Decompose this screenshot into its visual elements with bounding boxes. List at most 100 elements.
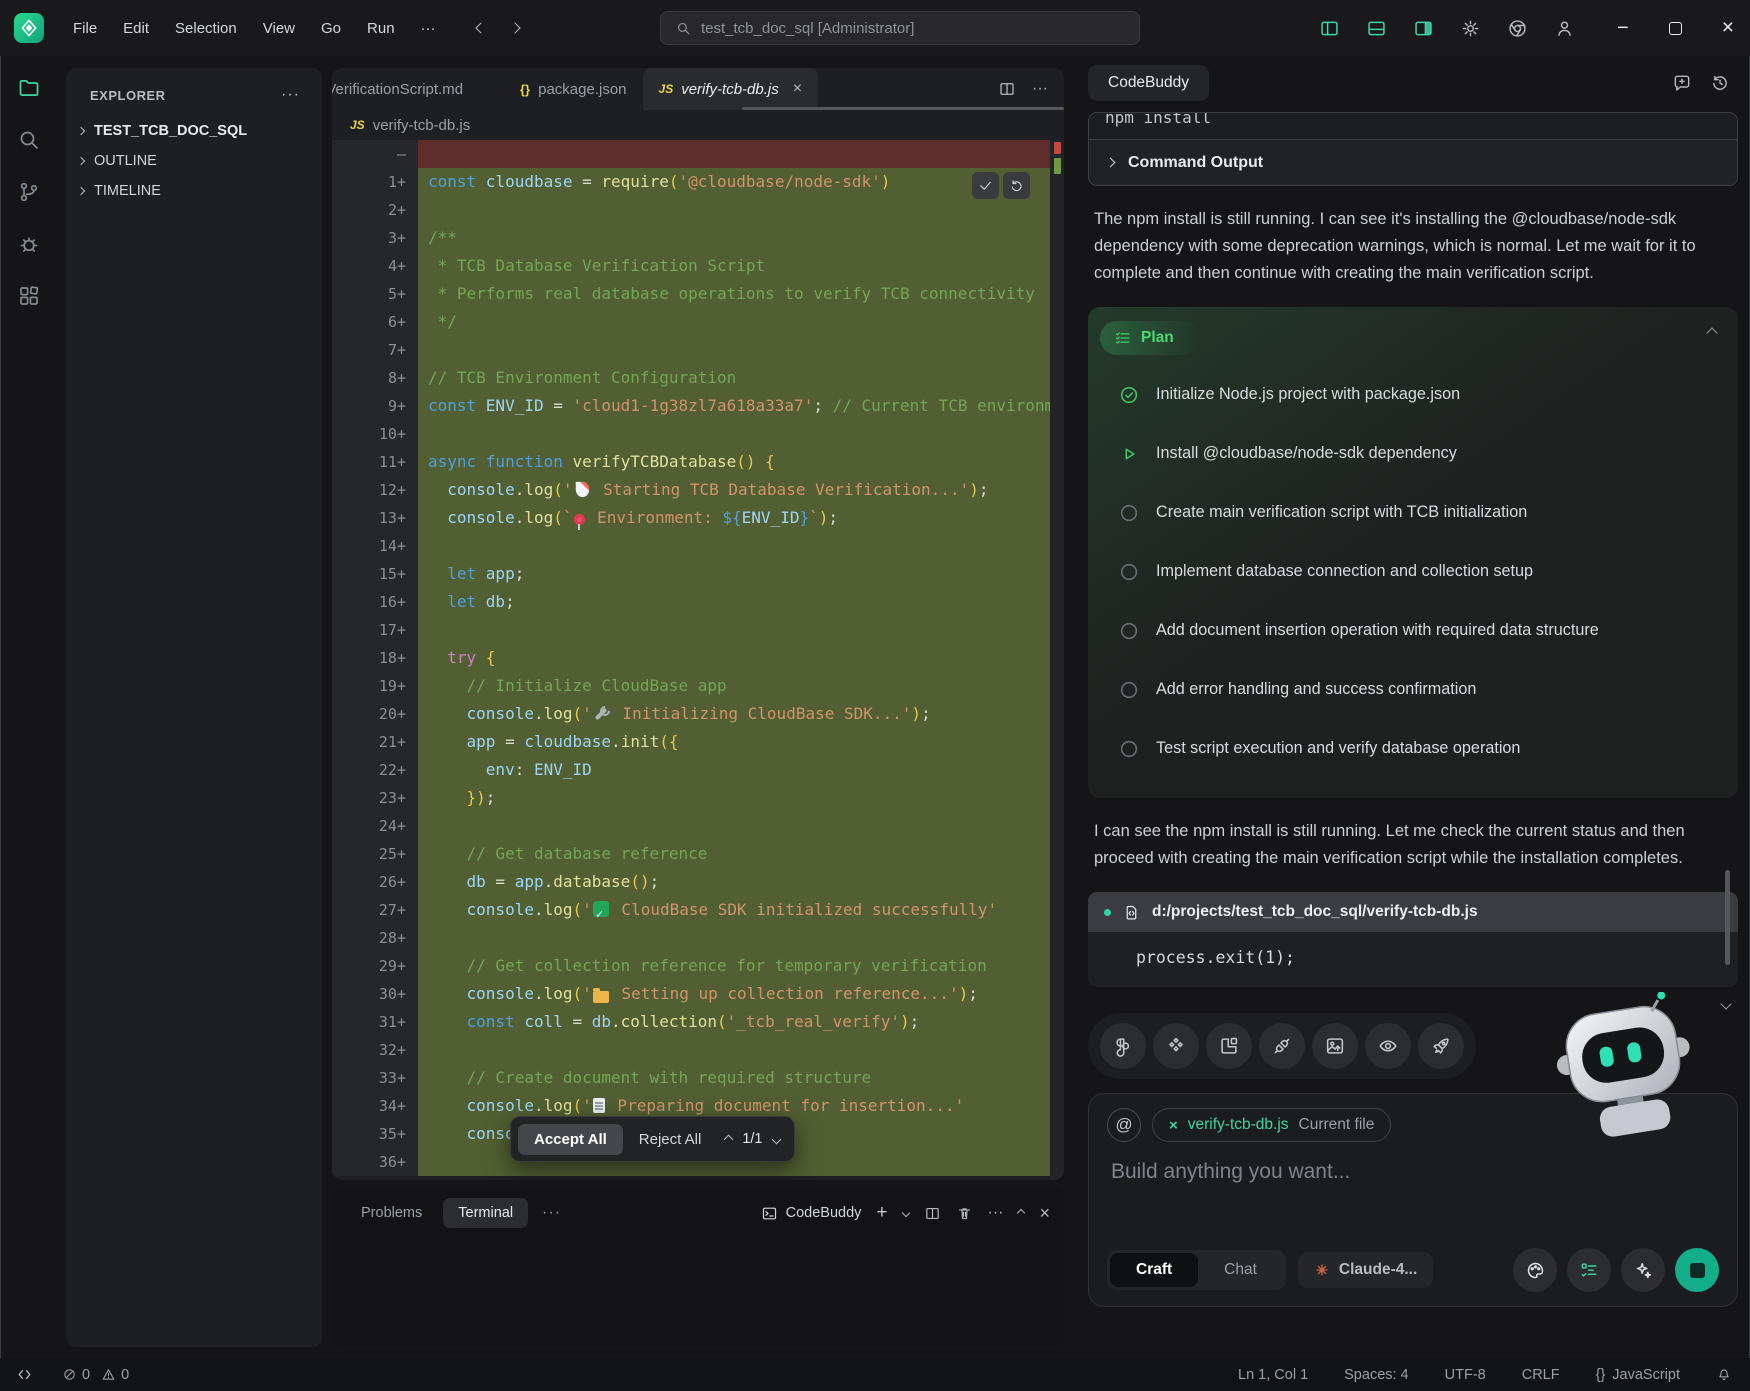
menu-edit[interactable]: Edit: [110, 14, 162, 43]
code-line[interactable]: 23+ });: [332, 784, 1064, 812]
close-panel-icon[interactable]: ×: [1039, 1203, 1050, 1224]
layout-sidebar-left-icon[interactable]: [1319, 18, 1340, 39]
model-selector[interactable]: Claude-4...: [1298, 1252, 1433, 1288]
command-output-toggle[interactable]: Command Output: [1089, 139, 1737, 185]
code-line[interactable]: 32+: [332, 1036, 1064, 1064]
plug-icon[interactable]: [1259, 1023, 1305, 1069]
source-control-icon[interactable]: [17, 180, 41, 204]
code-line[interactable]: 19+ // Initialize CloudBase app: [332, 672, 1064, 700]
terminal-more-icon[interactable]: ···: [988, 1204, 1004, 1222]
plan-collapse-icon[interactable]: [1706, 327, 1717, 338]
code-line[interactable]: 21+ app = cloudbase.init({: [332, 728, 1064, 756]
plan-item-done[interactable]: Initialize Node.js project with package.…: [1118, 365, 1712, 424]
close-tab-icon[interactable]: ×: [793, 80, 802, 98]
code-line[interactable]: 25+ // Get database reference: [332, 840, 1064, 868]
problems-indicator[interactable]: 0 0: [62, 1367, 129, 1383]
debug-icon[interactable]: [17, 232, 41, 256]
stop-button[interactable]: [1675, 1248, 1719, 1292]
blocks-icon[interactable]: [1206, 1023, 1252, 1069]
palette-icon[interactable]: [1513, 1248, 1557, 1292]
code-line[interactable]: 14+: [332, 532, 1064, 560]
mode-craft-button[interactable]: Craft: [1110, 1253, 1198, 1287]
code-line[interactable]: 9+const ENV_ID = 'cloud1-1g38zl7a618a33a…: [332, 392, 1064, 420]
code-line[interactable]: 3+/**: [332, 224, 1064, 252]
tab-eVerificationScript.md[interactable]: eVerificationScript.md: [332, 68, 504, 110]
plan-item-pending[interactable]: Implement database connection and collec…: [1118, 542, 1712, 601]
panel-tab-terminal[interactable]: Terminal: [443, 1198, 528, 1228]
plan-item-pending[interactable]: Create main verification script with TCB…: [1118, 483, 1712, 542]
new-terminal-icon[interactable]: +: [876, 1202, 887, 1224]
codebuddy-tab[interactable]: CodeBuddy: [1088, 65, 1209, 101]
sidebar-item-test_tcb_doc_sql[interactable]: TEST_TCB_DOC_SQL: [66, 116, 322, 146]
code-line[interactable]: 20+ console.log(' Initializing CloudBase…: [332, 700, 1064, 728]
code-line[interactable]: 30+ console.log(' Setting up collection …: [332, 980, 1064, 1008]
breadcrumb[interactable]: JS verify-tcb-db.js: [332, 110, 1064, 140]
split-terminal-icon[interactable]: [924, 1205, 941, 1222]
status-ln-1-col-1[interactable]: Ln 1, Col 1: [1238, 1367, 1308, 1383]
plan-item-pending[interactable]: Add document insertion operation with re…: [1118, 601, 1712, 660]
extensions-icon[interactable]: [17, 284, 41, 308]
mode-chat-button[interactable]: Chat: [1198, 1253, 1283, 1287]
bell-icon[interactable]: [1716, 1367, 1732, 1383]
search-icon[interactable]: [17, 128, 41, 152]
trash-icon[interactable]: [956, 1205, 973, 1222]
remove-context-icon[interactable]: ×: [1169, 1117, 1178, 1134]
menu-selection[interactable]: Selection: [162, 14, 250, 43]
window-close-button[interactable]: ×: [1722, 16, 1734, 40]
code-line[interactable]: 10+: [332, 420, 1064, 448]
accept-change-icon[interactable]: [972, 172, 999, 199]
new-chat-icon[interactable]: [1672, 73, 1692, 93]
editor-more-icon[interactable]: ···: [1032, 80, 1048, 98]
nav-back-icon[interactable]: [475, 22, 486, 33]
code-line[interactable]: 17+: [332, 616, 1064, 644]
sparkles-icon[interactable]: [1621, 1248, 1665, 1292]
panel-scrollbar[interactable]: [1725, 870, 1730, 965]
code-line[interactable]: 22+ env: ENV_ID: [332, 756, 1064, 784]
maximize-panel-icon[interactable]: [1017, 1209, 1025, 1217]
code-line[interactable]: 1+const cloudbase = require('@cloudbase/…: [332, 168, 1064, 196]
tab-verify-tcb-db.js[interactable]: JSverify-tcb-db.js×: [643, 68, 819, 110]
code-line[interactable]: 2+: [332, 196, 1064, 224]
sidebar-item-timeline[interactable]: TIMELINE: [66, 176, 322, 206]
terminal-shell-label[interactable]: CodeBuddy: [761, 1205, 862, 1222]
code-line[interactable]: 12+ console.log(' Starting TCB Database …: [332, 476, 1064, 504]
code-line[interactable]: 8+// TCB Environment Configuration: [332, 364, 1064, 392]
reject-all-button[interactable]: Reject All: [633, 1131, 708, 1148]
panel-tab-problems[interactable]: Problems: [346, 1198, 437, 1228]
command-center-search[interactable]: test_tcb_doc_sql [Administrator]: [660, 11, 1140, 45]
code-editor[interactable]: —1+const cloudbase = require('@cloudbase…: [332, 140, 1064, 1180]
menu-go[interactable]: Go: [308, 14, 354, 43]
terminal-profile-dropdown-icon[interactable]: [901, 1209, 909, 1217]
code-line[interactable]: 7+: [332, 336, 1064, 364]
tabbar-scrollbar[interactable]: [742, 107, 1064, 110]
explorer-more-icon[interactable]: ···: [281, 86, 300, 104]
status-javascript[interactable]: {}JavaScript: [1596, 1367, 1680, 1383]
code-line[interactable]: —: [332, 140, 1064, 168]
settings-gear-icon[interactable]: [1460, 18, 1481, 39]
code-line[interactable]: 24+: [332, 812, 1064, 840]
mention-button[interactable]: @: [1107, 1108, 1141, 1142]
image-upload-icon[interactable]: [1312, 1023, 1358, 1069]
context-file-chip[interactable]: × verify-tcb-db.js Current file: [1152, 1108, 1391, 1142]
plan-item-pending[interactable]: Add error handling and success confirmat…: [1118, 660, 1712, 719]
window-maximize-button[interactable]: [1669, 22, 1682, 35]
revert-change-icon[interactable]: [1003, 172, 1030, 199]
eye-icon[interactable]: [1365, 1023, 1411, 1069]
scroll-down-icon[interactable]: [1720, 998, 1731, 1009]
code-line[interactable]: 29+ // Get collection reference for temp…: [332, 952, 1064, 980]
browser-icon[interactable]: [1507, 18, 1528, 39]
menu-file[interactable]: File: [60, 14, 110, 43]
code-line[interactable]: 13+ console.log(` Environment: ${ENV_ID}…: [332, 504, 1064, 532]
code-line[interactable]: 11+async function verifyTCBDatabase() {: [332, 448, 1064, 476]
tasks-icon[interactable]: [1567, 1248, 1611, 1292]
code-line[interactable]: 18+ try {: [332, 644, 1064, 672]
code-line[interactable]: 31+ const coll = db.collection('_tcb_rea…: [332, 1008, 1064, 1036]
window-minimize-button[interactable]: −: [1617, 23, 1629, 33]
prev-diff-icon[interactable]: [724, 1134, 734, 1144]
nav-forward-icon[interactable]: [509, 22, 520, 33]
rocket-icon[interactable]: [1418, 1023, 1464, 1069]
split-editor-icon[interactable]: [998, 80, 1016, 98]
menu-view[interactable]: View: [250, 14, 308, 43]
code-line[interactable]: 27+ console.log(' CloudBase SDK initiali…: [332, 896, 1064, 924]
account-icon[interactable]: [1554, 18, 1575, 39]
